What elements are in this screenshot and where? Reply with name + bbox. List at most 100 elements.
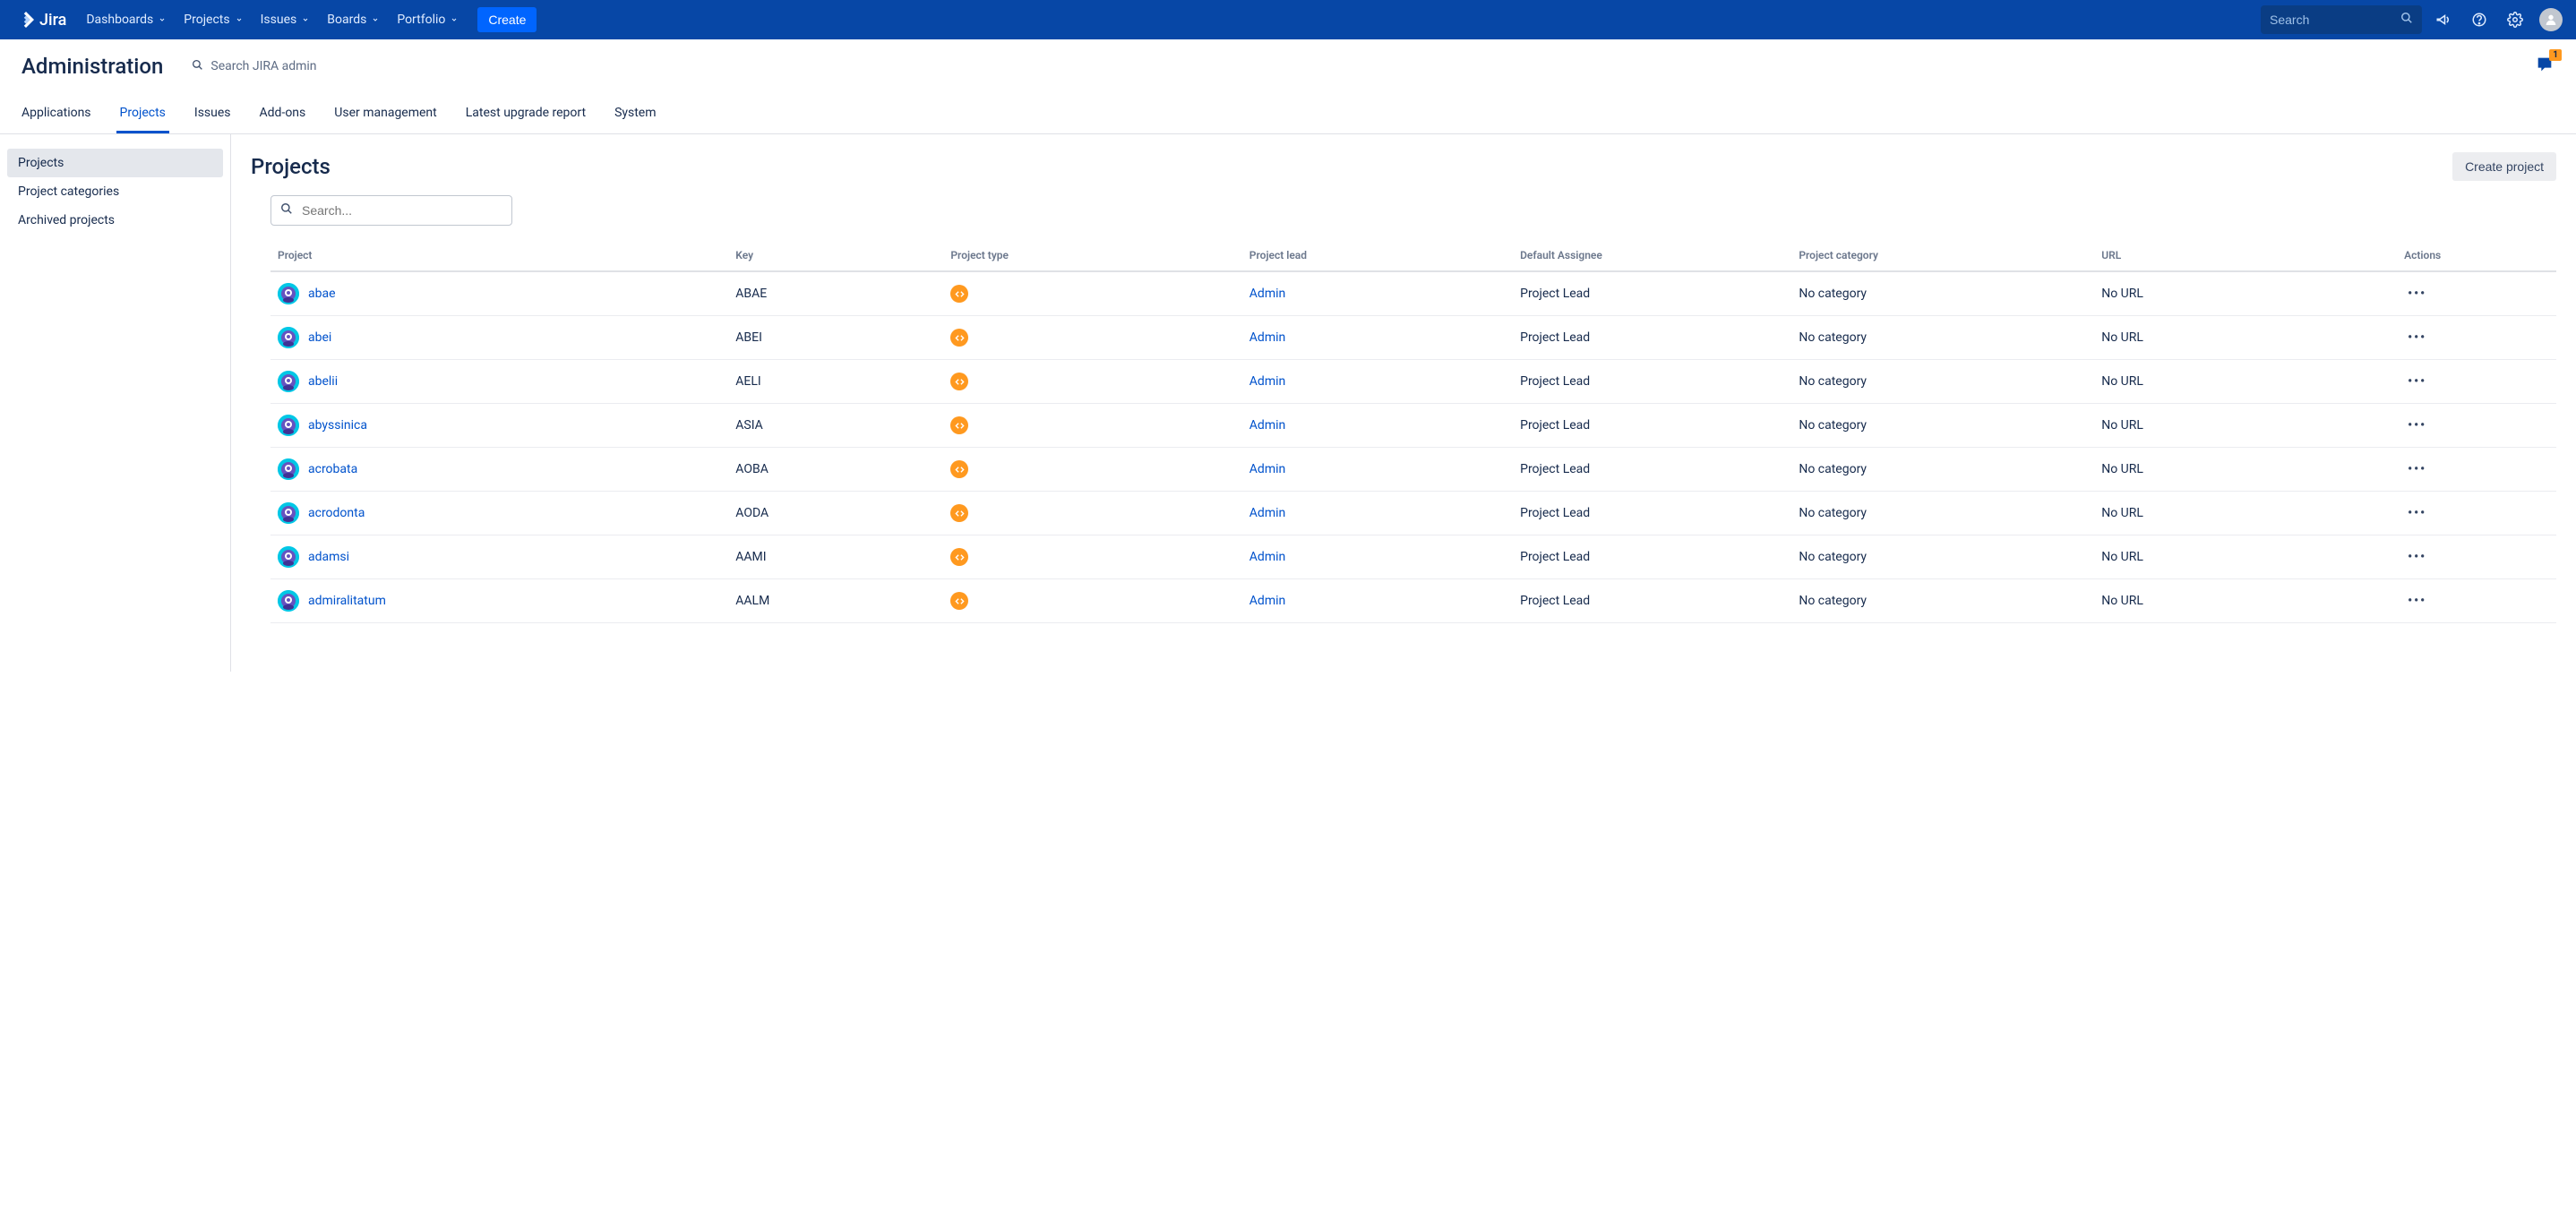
column-header-key[interactable]: Key (728, 240, 943, 271)
default-assignee: Project Lead (1513, 360, 1791, 404)
row-actions-button[interactable]: ••• (2404, 550, 2430, 564)
project-type-software-icon (950, 285, 968, 303)
jira-logo-icon (18, 12, 34, 28)
column-header-project[interactable]: Project (270, 240, 728, 271)
search-icon (280, 202, 293, 218)
project-search[interactable] (270, 195, 512, 226)
project-url: No URL (2094, 316, 2397, 360)
profile-avatar[interactable] (2537, 5, 2565, 34)
project-name-link[interactable]: abyssinica (308, 418, 367, 433)
table-row: acrodontaAODAAdminProject LeadNo categor… (270, 492, 2556, 535)
sidebar: ProjectsProject categoriesArchived proje… (0, 134, 231, 672)
default-assignee: Project Lead (1513, 535, 1791, 579)
project-name-link[interactable]: abae (308, 287, 336, 301)
announce-icon[interactable] (2429, 5, 2458, 34)
project-lead-link[interactable]: Admin (1249, 374, 1285, 389)
project-type-software-icon (950, 592, 968, 610)
project-type-software-icon (950, 548, 968, 566)
admin-search[interactable]: Search JIRA admin (192, 59, 316, 74)
project-lead-link[interactable]: Admin (1249, 287, 1285, 301)
admin-tab-applications[interactable]: Applications (18, 97, 95, 133)
sidebar-item-archived-projects[interactable]: Archived projects (7, 206, 223, 235)
project-lead-link[interactable]: Admin (1249, 418, 1285, 433)
more-icon: ••• (2408, 594, 2426, 608)
project-lead-link[interactable]: Admin (1249, 330, 1285, 345)
project-lead-link[interactable]: Admin (1249, 462, 1285, 476)
content: ProjectsProject categoriesArchived proje… (0, 134, 2576, 672)
create-button[interactable]: Create (477, 7, 537, 32)
help-icon[interactable] (2465, 5, 2494, 34)
global-nav-right (2261, 5, 2565, 34)
project-key: ABAE (728, 271, 943, 316)
admin-tab-user-management[interactable]: User management (331, 97, 440, 133)
project-avatar-icon (278, 502, 299, 524)
project-name-link[interactable]: adamsi (308, 550, 349, 564)
column-header-project-type[interactable]: Project type (943, 240, 1241, 271)
nav-item-label: Issues (261, 13, 297, 27)
chevron-down-icon (159, 13, 166, 27)
project-type-software-icon (950, 416, 968, 434)
nav-item-portfolio[interactable]: Portfolio (388, 0, 467, 39)
project-lead-link[interactable]: Admin (1249, 506, 1285, 520)
more-icon: ••• (2408, 506, 2426, 520)
table-row: abyssinicaASIAAdminProject LeadNo catego… (270, 404, 2556, 448)
column-header-project-category[interactable]: Project category (1791, 240, 2094, 271)
product-logo[interactable]: Jira (11, 11, 73, 30)
project-category: No category (1791, 316, 2094, 360)
project-category: No category (1791, 360, 2094, 404)
column-header-actions[interactable]: Actions (2397, 240, 2556, 271)
row-actions-button[interactable]: ••• (2404, 330, 2430, 345)
project-name-link[interactable]: acrobata (308, 462, 357, 476)
create-project-button[interactable]: Create project (2452, 152, 2556, 181)
project-lead-link[interactable]: Admin (1249, 550, 1285, 564)
row-actions-button[interactable]: ••• (2404, 418, 2430, 433)
project-key: AOBA (728, 448, 943, 492)
feedback-icon[interactable]: 1 (2535, 55, 2555, 78)
nav-item-boards[interactable]: Boards (318, 0, 388, 39)
admin-tab-add-ons[interactable]: Add-ons (256, 97, 310, 133)
project-name-link[interactable]: abelii (308, 374, 338, 389)
project-search-input[interactable] (302, 203, 502, 218)
chevron-down-icon (236, 13, 243, 27)
sidebar-item-projects[interactable]: Projects (7, 149, 223, 177)
admin-tab-latest-upgrade-report[interactable]: Latest upgrade report (462, 97, 589, 133)
row-actions-button[interactable]: ••• (2404, 594, 2430, 608)
project-url: No URL (2094, 404, 2397, 448)
sidebar-item-project-categories[interactable]: Project categories (7, 177, 223, 206)
column-header-project-lead[interactable]: Project lead (1242, 240, 1513, 271)
nav-item-dashboards[interactable]: Dashboards (77, 0, 175, 39)
global-search[interactable] (2261, 5, 2422, 34)
column-header-default-assignee[interactable]: Default Assignee (1513, 240, 1791, 271)
default-assignee: Project Lead (1513, 492, 1791, 535)
settings-icon[interactable] (2501, 5, 2529, 34)
project-url: No URL (2094, 579, 2397, 623)
row-actions-button[interactable]: ••• (2404, 462, 2430, 476)
nav-item-label: Boards (327, 13, 366, 27)
default-assignee: Project Lead (1513, 404, 1791, 448)
more-icon: ••• (2408, 550, 2426, 564)
main: Projects Create project ProjectKeyProjec… (231, 134, 2576, 672)
table-row: abeiABEIAdminProject LeadNo categoryNo U… (270, 316, 2556, 360)
row-actions-button[interactable]: ••• (2404, 506, 2430, 520)
project-url: No URL (2094, 448, 2397, 492)
project-lead-link[interactable]: Admin (1249, 594, 1285, 608)
project-avatar-icon (278, 546, 299, 568)
project-name-link[interactable]: admiralitatum (308, 594, 386, 608)
nav-item-projects[interactable]: Projects (175, 0, 251, 39)
global-search-input[interactable] (2270, 13, 2400, 27)
column-header-url[interactable]: URL (2094, 240, 2397, 271)
project-avatar-icon (278, 327, 299, 348)
row-actions-button[interactable]: ••• (2404, 374, 2430, 389)
admin-tabs: Applications Projects Issues Add-ons User ma… (0, 97, 2576, 134)
project-name-link[interactable]: acrodonta (308, 506, 365, 520)
project-category: No category (1791, 492, 2094, 535)
chevron-down-icon (372, 13, 379, 27)
project-category: No category (1791, 535, 2094, 579)
admin-tab-issues[interactable]: Issues (191, 97, 235, 133)
admin-tab-projects[interactable]: Projects (116, 97, 169, 133)
admin-tab-system[interactable]: System (611, 97, 659, 133)
nav-item-issues[interactable]: Issues (252, 0, 319, 39)
project-name-link[interactable]: abei (308, 330, 331, 345)
row-actions-button[interactable]: ••• (2404, 287, 2430, 301)
project-category: No category (1791, 271, 2094, 316)
